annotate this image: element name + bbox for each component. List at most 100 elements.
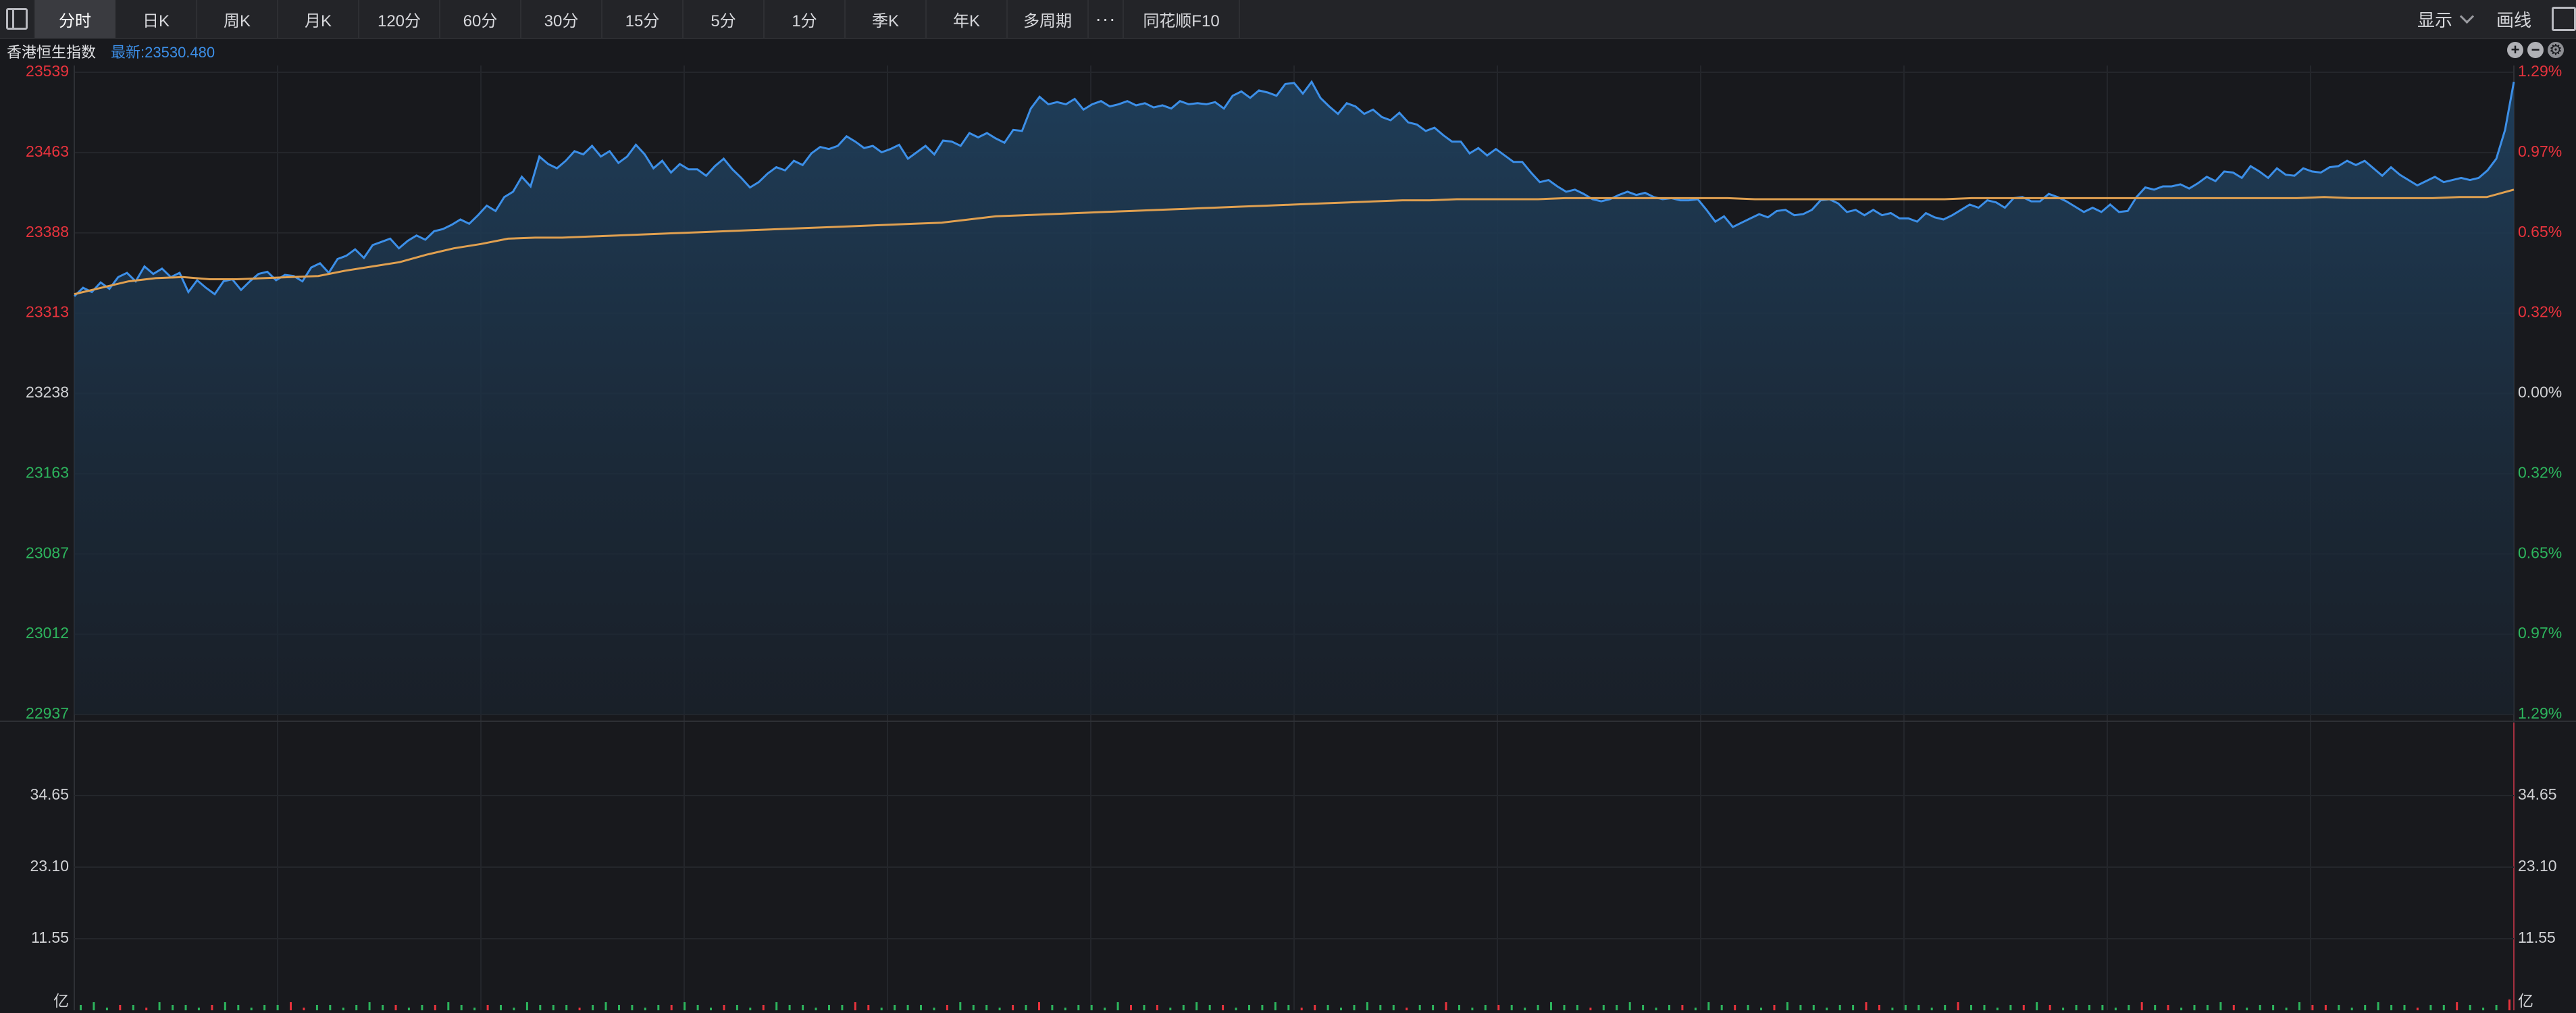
volume-bar <box>1668 1005 1670 1010</box>
volume-bar <box>2114 1008 2117 1010</box>
volume-bar <box>250 1008 253 1010</box>
volume-bar <box>119 1005 122 1010</box>
volume-bar <box>1445 1002 1447 1010</box>
volume-bar <box>1484 1005 1487 1010</box>
volume-bar <box>696 1005 699 1010</box>
volume-bar <box>237 1005 240 1010</box>
volume-bar <box>2232 1005 2235 1010</box>
volume-bar <box>2036 1002 2038 1010</box>
volume-bar <box>486 1005 489 1010</box>
volume-bar <box>2128 1005 2130 1010</box>
volume-bar <box>2495 1005 2498 1010</box>
volume-bar <box>2377 1002 2379 1010</box>
volume-bar <box>2508 999 2510 1010</box>
volume-bar <box>1812 1005 1815 1010</box>
volume-bar <box>1799 1005 1802 1010</box>
volume-bar <box>1156 1005 1158 1010</box>
volume-bar <box>1432 1005 1435 1010</box>
volume-bar <box>1182 1005 1185 1010</box>
volume-bar <box>263 1005 266 1010</box>
volume-bar <box>434 1005 436 1010</box>
volume-bar <box>1064 1008 1066 1010</box>
volume-bar <box>1287 1005 1290 1010</box>
volume-bar <box>2219 1002 2222 1010</box>
volume-bar <box>539 1005 542 1010</box>
volume-bar <box>604 1002 607 1010</box>
volume-bar <box>2311 1005 2314 1010</box>
volume-bar <box>841 1005 844 1010</box>
volume-bar <box>1734 1005 1736 1010</box>
volume-bar <box>1090 1005 1093 1010</box>
volume-bar <box>644 1008 646 1010</box>
volume-bar <box>578 1008 581 1010</box>
intraday-chart[interactable]: 23539 23463 23388 23313 23238 23163 23087 23012… <box>0 0 2576 1013</box>
volume-bar <box>394 1005 397 1010</box>
volume-bar <box>618 1005 620 1010</box>
volume-bar <box>815 1008 817 1010</box>
volume-bar <box>525 1002 528 1010</box>
volume-bar <box>1957 1002 1959 1010</box>
volume-bar <box>1983 1005 1986 1010</box>
volume-bar <box>1707 1002 1710 1010</box>
volume-bar <box>1904 1005 1907 1010</box>
volume-bar <box>1944 1005 1947 1010</box>
volume-bar <box>657 1005 660 1010</box>
volume-bar <box>920 1005 922 1010</box>
volume-bar <box>2403 1005 2406 1010</box>
volume-bar <box>1025 1005 1027 1010</box>
volume-bar <box>2009 1005 2012 1010</box>
volume-bar <box>1274 1002 1277 1010</box>
volume-bar <box>2193 1005 2196 1010</box>
volume-bar <box>1760 1008 1762 1010</box>
volume-bar <box>1116 1002 1119 1010</box>
volume-bar <box>382 1005 384 1010</box>
volume-bar <box>1458 1005 1460 1010</box>
volume-bar <box>1169 1008 1172 1010</box>
volume-bar <box>998 1008 1001 1010</box>
volume-bar <box>1222 1005 1225 1010</box>
volume-bar <box>460 1005 463 1010</box>
volume-bar <box>1208 1005 1211 1010</box>
volume-bar <box>1865 1002 1867 1010</box>
volume-tick-label-right: 34.65 <box>2518 785 2557 803</box>
volume-bar <box>2469 1005 2471 1010</box>
percent-tick-label: 0.97% <box>2518 624 2562 642</box>
volume-bar <box>2246 1008 2248 1010</box>
volume-bar <box>867 1005 870 1010</box>
volume-bar <box>1340 1008 1342 1010</box>
volume-bar <box>2442 1005 2445 1010</box>
volume-bar <box>1261 1005 1264 1010</box>
percent-tick-label: 1.29% <box>2518 62 2562 80</box>
price-tick-label: 23539 <box>26 62 69 80</box>
volume-bar <box>184 1005 187 1010</box>
volume-bar <box>1826 1008 1828 1010</box>
price-tick-label: 22937 <box>26 704 69 722</box>
volume-bar <box>2285 1008 2288 1010</box>
volume-bar <box>1130 1005 1132 1010</box>
volume-bar <box>1524 1008 1526 1010</box>
volume-bar <box>880 1008 883 1010</box>
volume-tick-label-right: 23.10 <box>2518 857 2557 875</box>
volume-bar <box>959 1002 962 1010</box>
percent-tick-label: 1.29% <box>2518 704 2562 722</box>
volume-bar <box>2416 1008 2419 1010</box>
volume-bar <box>906 1005 909 1010</box>
volume-bar <box>854 1002 856 1010</box>
percent-tick-label: 0.32% <box>2518 463 2562 481</box>
volume-bar <box>303 1008 305 1010</box>
volume-bar <box>355 1005 358 1010</box>
volume-bar <box>1786 1002 1788 1010</box>
volume-bar <box>447 1002 450 1010</box>
volume-bar <box>93 1002 95 1010</box>
price-tick-label: 23087 <box>26 544 69 561</box>
volume-tick-label: 34.65 <box>30 785 69 803</box>
volume-bar <box>1602 1005 1605 1010</box>
volume-bar <box>1838 1005 1841 1010</box>
volume-bar <box>2272 1005 2275 1010</box>
volume-bar <box>2180 1008 2183 1010</box>
volume-bar <box>2154 1005 2157 1010</box>
volume-bar <box>172 1005 174 1010</box>
volume-bar <box>1406 1008 1408 1010</box>
volume-bar <box>894 1005 896 1010</box>
volume-bar <box>775 1002 778 1010</box>
